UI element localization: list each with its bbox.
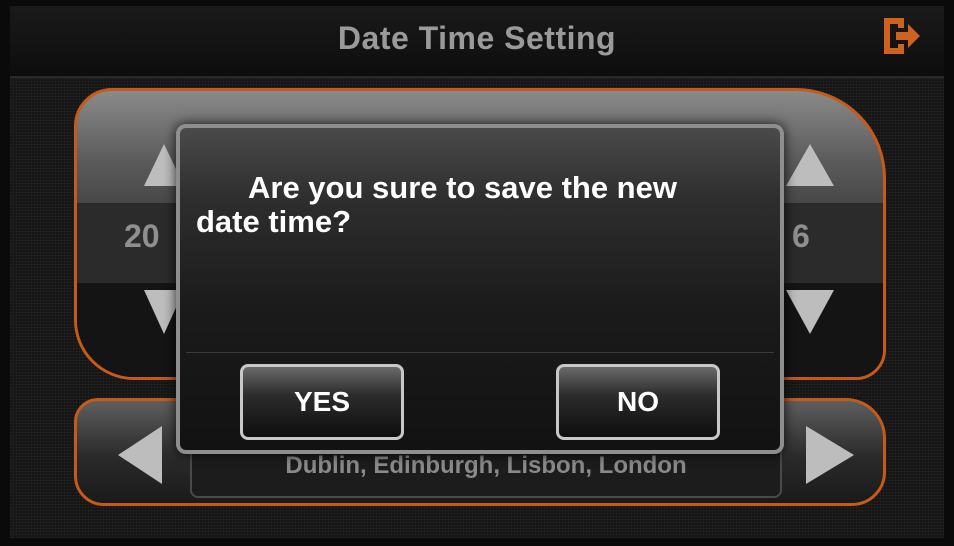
minute-value: 6 <box>792 218 810 254</box>
dialog-message-line-2: date time? <box>196 204 352 239</box>
minute-up-arrow-icon[interactable] <box>786 140 834 186</box>
dialog-divider <box>186 352 774 353</box>
exit-icon <box>884 18 920 54</box>
timezone-next-arrow-icon[interactable] <box>806 426 858 484</box>
no-button[interactable]: NO <box>556 364 720 440</box>
minute-down-arrow-icon[interactable] <box>786 290 834 338</box>
timezone-prev-arrow-icon[interactable] <box>114 426 162 484</box>
dialog-message-line-1: Are you sure to save the new <box>248 170 677 205</box>
title-bar: Date Time Setting <box>10 6 944 78</box>
yes-button[interactable]: YES <box>240 364 404 440</box>
year-value: 20 <box>124 218 160 254</box>
exit-button[interactable] <box>880 14 924 58</box>
page-title: Date Time Setting <box>337 20 617 56</box>
timezone-label: Dublin, Edinburgh, Lisbon, London <box>285 452 687 479</box>
